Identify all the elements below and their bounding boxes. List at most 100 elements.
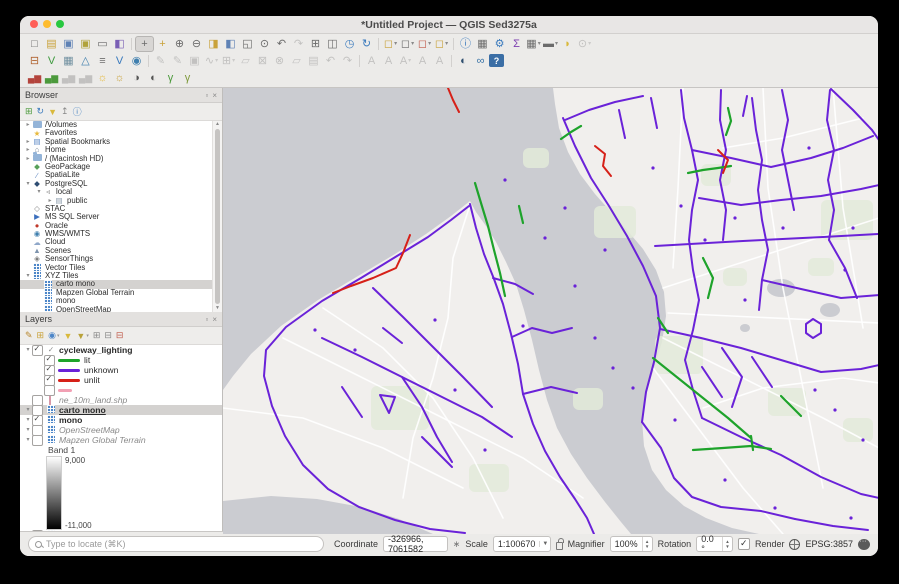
visibility-checkbox[interactable]: [32, 530, 43, 532]
render-checkbox[interactable]: [738, 538, 750, 550]
open-data-source-manager-button[interactable]: ⊟: [26, 53, 43, 68]
add-virtual-layer-button[interactable]: V: [111, 53, 128, 68]
filter-by-expression-button[interactable]: ▼▾: [76, 331, 88, 341]
add-vector-layer-button[interactable]: V: [43, 53, 60, 68]
modify-attributes-button[interactable]: ▱: [237, 53, 254, 68]
extents-toggle-icon[interactable]: ∗: [453, 539, 461, 550]
layer-labeling-options-button[interactable]: A: [380, 53, 397, 68]
increase-brightness-button[interactable]: ☼: [94, 70, 111, 85]
layers-close-button[interactable]: ×: [212, 315, 217, 324]
dropdown-arrow-icon[interactable]: ▾: [408, 54, 411, 68]
dropdown-arrow-icon[interactable]: ▾: [411, 37, 414, 51]
browser-item-local[interactable]: ▾◃local: [20, 188, 222, 196]
dropdown-arrow-icon[interactable]: ▾: [57, 333, 60, 339]
full-cumulative-stretch-button[interactable]: ▄▆: [77, 70, 94, 85]
messages-icon[interactable]: [858, 539, 870, 550]
zoom-to-native-button[interactable]: ⊙: [256, 36, 273, 51]
visibility-checkbox[interactable]: [32, 345, 43, 356]
dropdown-arrow-icon[interactable]: ▾: [445, 37, 448, 51]
refresh-browser-button[interactable]: ↻: [37, 106, 45, 117]
lock-scale-icon[interactable]: [556, 542, 562, 550]
refresh-button[interactable]: ↻: [358, 36, 375, 51]
browser-item-openstreetmap[interactable]: OpenStreetMap: [20, 306, 222, 312]
undo-button[interactable]: ↶: [322, 53, 339, 68]
dropdown-arrow-icon[interactable]: ▾: [86, 333, 89, 339]
layer-item-mono[interactable]: ▾mono: [20, 415, 222, 425]
visibility-checkbox[interactable]: [32, 435, 43, 446]
layers-float-button[interactable]: ▫: [205, 315, 208, 324]
scale-combo[interactable]: 1:100670▼: [493, 536, 552, 552]
select-by-expression-button[interactable]: ◻▾: [433, 36, 450, 51]
attribute-table-views-button[interactable]: ▦▾: [525, 36, 542, 51]
decrease-contrast-button[interactable]: ◐: [145, 70, 162, 85]
new-map-view-button[interactable]: ⊞: [307, 36, 324, 51]
visibility-checkbox[interactable]: [44, 385, 55, 396]
toggle-editing-button[interactable]: ✎: [169, 53, 186, 68]
cut-features-button[interactable]: ⊗: [271, 53, 288, 68]
decrease-brightness-button[interactable]: ☼: [111, 70, 128, 85]
dropdown-arrow-icon[interactable]: ▾: [232, 54, 235, 68]
new-3d-map-view-button[interactable]: ◫: [324, 36, 341, 51]
expander-icon[interactable]: ▾: [24, 435, 32, 445]
filter-browser-button[interactable]: ▼: [48, 107, 57, 117]
layer-item-mapzen-global-terrain[interactable]: ▾Mapzen Global Terrain: [20, 435, 222, 445]
visibility-checkbox[interactable]: [44, 375, 55, 386]
expand-all-button[interactable]: ⊞: [93, 330, 101, 341]
save-layer-edits-button[interactable]: ▣: [186, 53, 203, 68]
add-wms-layer-button[interactable]: ◉: [128, 53, 145, 68]
collapse-all-layers-button[interactable]: ⊟: [104, 330, 112, 341]
browser-scrollbar[interactable]: ▲ ▼: [212, 121, 222, 312]
local-cumulative-stretch-button[interactable]: ▄▆: [60, 70, 77, 85]
scroll-up-icon[interactable]: ▲: [215, 121, 220, 128]
browser-float-button[interactable]: ▫: [205, 91, 208, 100]
zoom-last-button[interactable]: ↶: [273, 36, 290, 51]
open-layer-styling-button[interactable]: ✎: [25, 330, 33, 341]
zoom-full-button[interactable]: ◱: [239, 36, 256, 51]
expander-icon[interactable]: ▾: [24, 345, 32, 355]
visibility-checkbox[interactable]: [32, 395, 43, 406]
filter-legend-button[interactable]: ▼: [63, 331, 72, 341]
add-delimited-text-layer-button[interactable]: ≡: [94, 53, 111, 68]
identify-features-button[interactable]: ⓘ: [457, 36, 474, 51]
expander-icon[interactable]: ▸: [24, 155, 32, 163]
local-histogram-stretch-button[interactable]: ▄▆: [26, 70, 43, 85]
expander-icon[interactable]: ▾: [24, 425, 32, 435]
pin-labels-button[interactable]: A: [414, 53, 431, 68]
bookmarks-button[interactable]: ⊙▾: [576, 36, 593, 51]
save-project-button[interactable]: ▣: [60, 36, 77, 51]
decrease-gamma-button[interactable]: γ: [179, 70, 196, 85]
dropdown-arrow-icon[interactable]: ▾: [555, 37, 558, 51]
title-bar[interactable]: *Untitled Project — QGIS Sed3275a: [20, 16, 878, 34]
scrollbar-thumb[interactable]: [215, 129, 220, 304]
deselect-all-button[interactable]: ◻▾: [416, 36, 433, 51]
select-by-value-button[interactable]: ◻▾: [399, 36, 416, 51]
legend-item-unlit[interactable]: unlit: [20, 375, 222, 385]
python-console-button[interactable]: ∞: [472, 53, 489, 68]
scroll-down-icon[interactable]: ▼: [215, 305, 220, 312]
browser-close-button[interactable]: ×: [212, 91, 217, 100]
pan-map-button[interactable]: +: [135, 36, 154, 52]
copy-features-button[interactable]: ▱: [288, 53, 305, 68]
remove-layer-button[interactable]: ⊟: [116, 330, 124, 341]
rotation-spinbox[interactable]: 0.0 ° ▲▼: [696, 536, 733, 552]
zoom-next-button[interactable]: ↷: [290, 36, 307, 51]
expander-icon[interactable]: ▾: [24, 405, 32, 415]
vertex-tool-button[interactable]: ⊞▾: [220, 53, 237, 68]
expander-icon[interactable]: ▸: [24, 121, 32, 129]
locator-search-input[interactable]: Type to locate (⌘K): [28, 536, 324, 552]
layer-item-openstreetmap[interactable]: ▾OpenStreetMap: [20, 425, 222, 435]
show-layout-manager-button[interactable]: ◧: [111, 36, 128, 51]
legend-item-blank[interactable]: [20, 385, 222, 395]
layer-item-ne-10m-land-shp[interactable]: ne_10m_land.shp: [20, 395, 222, 405]
expander-icon[interactable]: ▸: [24, 138, 32, 146]
new-print-layout-button[interactable]: ▭: [94, 36, 111, 51]
digitize-with-segment-button[interactable]: ∿▾: [203, 53, 220, 68]
statistical-summary-button[interactable]: Σ: [508, 36, 525, 51]
add-mesh-layer-button[interactable]: △: [77, 53, 94, 68]
stepper-icons[interactable]: ▲▼: [642, 537, 652, 551]
expander-icon[interactable]: ▾: [24, 530, 32, 531]
visibility-checkbox[interactable]: [32, 415, 43, 426]
layer-item-carto-mono[interactable]: ▾carto mono: [20, 405, 222, 415]
full-histogram-stretch-button[interactable]: ▄▆: [43, 70, 60, 85]
dropdown-arrow-icon[interactable]: ▾: [394, 37, 397, 51]
